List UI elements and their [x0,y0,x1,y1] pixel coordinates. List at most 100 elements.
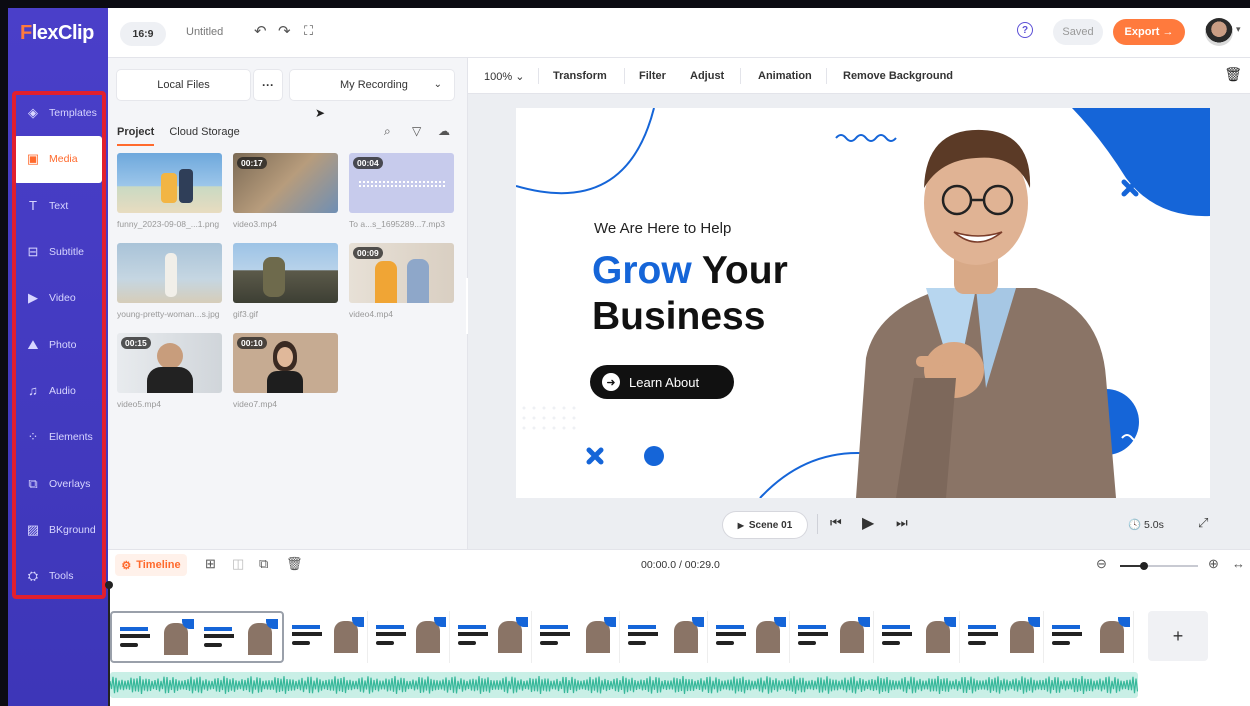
media-name: young-pretty-woman...s.jpg [117,309,220,319]
media-item[interactable]: young-pretty-woman...s.jpg [117,243,222,319]
scene-selector[interactable]: ▶ Scene 01 [723,512,807,538]
play-icon[interactable]: ▶ [862,513,874,533]
slider-knob[interactable] [1140,562,1148,570]
scene-thumbnail [536,617,616,655]
flexclip-editor: FlexClip ◈ Templates ▣ Media T Text ⊟ Subtitle ▶… [8,8,1250,706]
timeline-tracks: + [105,579,1250,706]
scene-clip[interactable] [284,611,368,663]
playhead[interactable] [105,581,113,706]
add-scene-button[interactable]: + [1148,611,1208,661]
slide-canvas[interactable]: We Are Here to Help Grow Your Business ➜… [516,108,1210,498]
media-item[interactable]: gif3.gif [233,243,338,319]
media-item[interactable]: 00:17 video3.mp4 [233,153,338,229]
scene-clip[interactable] [708,611,790,663]
duration-badge: 00:04 [353,157,383,169]
headline-line2: Business [592,295,766,338]
headline-accent: Grow [592,249,692,292]
media-thumbnail: 00:09 [349,243,454,303]
slide-headline: Grow Your Business [592,248,788,340]
previous-icon[interactable]: ⏮ [830,515,842,531]
timeline-icon: ⚙ [121,559,132,572]
filter-icon[interactable]: ▽ [412,124,421,138]
avatar[interactable] [1205,18,1233,46]
audio-track[interactable] [110,672,1138,698]
source-dropdown[interactable]: My Recording ⌄ [290,70,454,100]
media-name: video3.mp4 [233,219,277,229]
local-files-button[interactable]: Local Files [117,70,250,100]
scene-duration[interactable]: 🕓 5.0s [1128,518,1164,531]
search-icon[interactable]: ⌕ [384,124,391,139]
scene-clip[interactable] [1044,611,1134,663]
duration-badge: 00:09 [353,247,383,259]
redo-icon[interactable]: ↷ [278,22,291,40]
zoom-dropdown[interactable]: 100% ⌄ [484,70,524,83]
transform-button[interactable]: Transform [553,70,607,82]
media-thumbnail [117,153,222,213]
project-title[interactable]: Untitled [186,26,223,38]
media-item[interactable]: 00:15 video5.mp4 [117,333,222,409]
adjust-button[interactable]: Adjust [690,70,724,82]
split-icon[interactable]: ◫ [232,556,244,572]
media-thumbnail [117,243,222,303]
media-thumbnail: 00:10 [233,333,338,393]
scene-clip[interactable] [110,611,284,663]
zoom-out-icon[interactable]: ⊖ [1096,556,1107,572]
scene-clip[interactable] [874,611,960,663]
scene-thumbnail [964,617,1040,655]
help-icon[interactable]: ? [1017,22,1033,38]
source-dropdown-label: My Recording [340,79,408,91]
fit-width-icon[interactable]: ↔ [1232,556,1245,571]
remove-background-button[interactable]: Remove Background [843,70,953,82]
scene-clip[interactable] [620,611,708,663]
saved-status: Saved [1053,19,1103,45]
presenter-figure [856,129,1116,498]
filter-button[interactable]: Filter [639,70,666,82]
audio-waveform [110,675,1138,695]
fullscreen-icon[interactable]: ⛶ [304,23,313,39]
scene-thumbnail [288,617,364,655]
arrow-right-icon: ➜ [602,373,620,391]
next-icon[interactable]: ⏭ [896,515,908,531]
scene-clip[interactable] [368,611,450,663]
scene-thumbnail [794,617,870,655]
trash-icon[interactable]: 🗑 [1224,66,1242,83]
cta-button[interactable]: ➜ Learn About [590,365,734,399]
duplicate-icon[interactable]: ⧉ [259,556,268,572]
timeline-toggle[interactable]: ⚙ Timeline [115,554,187,576]
timeline-zoom-slider[interactable] [1120,562,1198,570]
fullscreen-preview-icon[interactable]: ⤢ [1198,515,1208,531]
scene-clip[interactable] [532,611,620,663]
media-item[interactable]: 00:09 video4.mp4 [349,243,454,319]
slide-kicker: We Are Here to Help [594,220,732,237]
headline-word: Your [701,249,788,292]
zoom-in-icon[interactable]: ⊕ [1208,556,1219,572]
more-options-button[interactable]: ··· [254,70,282,100]
flexclip-logo[interactable]: FlexClip [20,22,94,45]
add-scene-icon[interactable]: ⊞ [205,556,216,572]
scene-thumbnail [200,619,278,657]
delete-icon[interactable]: 🗑 [286,556,303,572]
media-item[interactable]: 00:04 To a...s_1695289...7.mp3 [349,153,454,229]
undo-icon[interactable]: ↶ [254,22,267,40]
scene-clip[interactable] [790,611,874,663]
media-name: video4.mp4 [349,309,393,319]
media-thumbnail [233,243,338,303]
rail-highlight-box [12,91,106,599]
chevron-down-icon[interactable]: ▾ [1236,24,1241,35]
media-name: gif3.gif [233,309,259,319]
media-item[interactable]: funny_2023-09-08_...1.png [117,153,222,229]
media-thumbnail: 00:17 [233,153,338,213]
timeline-time: 00:00.0 / 00:29.0 [641,559,720,571]
tab-project[interactable]: Project [117,126,155,146]
media-panel: Local Files ··· My Recording ⌄ ➤ Project… [108,58,468,549]
scene-clip[interactable] [960,611,1044,663]
animation-button[interactable]: Animation [758,70,812,82]
chevron-down-icon: ⌄ [433,79,442,90]
mouse-cursor-icon: ➤ [315,106,326,120]
scene-clip[interactable] [450,611,532,663]
export-button[interactable]: Export → [1113,19,1185,45]
cloud-icon[interactable]: ☁ [438,124,450,138]
media-item[interactable]: 00:10 video7.mp4 [233,333,338,409]
tab-cloud-storage[interactable]: Cloud Storage [169,126,239,144]
aspect-ratio-button[interactable]: 16:9 [120,22,166,46]
